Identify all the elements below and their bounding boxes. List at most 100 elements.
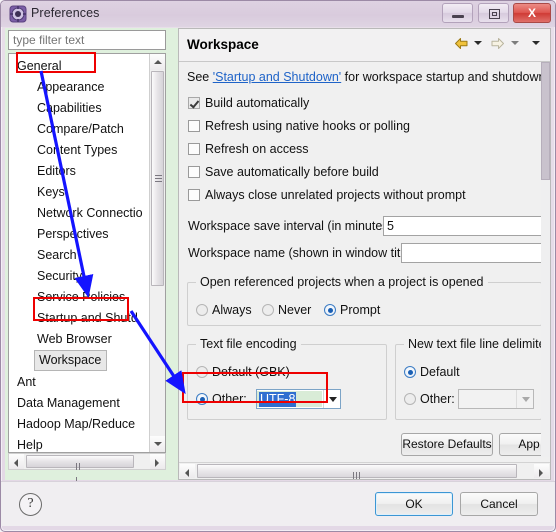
- sidebar: General Appearance Capabilities Compare/…: [5, 28, 173, 484]
- close-button[interactable]: X: [513, 3, 551, 23]
- radio-icon[interactable]: [196, 304, 208, 316]
- label-workspace-save-interval: Workspace save interval (in minutes):: [188, 219, 397, 233]
- radio-prompt[interactable]: Prompt: [324, 301, 380, 319]
- restore-defaults-button[interactable]: Restore Defaults: [401, 433, 493, 456]
- label-workspace-name: Workspace name (shown in window title):: [188, 246, 418, 260]
- window-controls: X: [441, 3, 551, 25]
- filter-input-wrapper[interactable]: [8, 30, 166, 50]
- scroll-left-arrow-icon[interactable]: [180, 464, 195, 478]
- page-vertical-scrollbar[interactable]: [541, 62, 550, 457]
- tree-item-perspectives[interactable]: Perspectives: [9, 224, 109, 245]
- tree-item-security[interactable]: Security: [9, 266, 82, 287]
- tree-item-help[interactable]: Help: [9, 435, 43, 452]
- radio-label: Always: [212, 303, 252, 317]
- annotation-box-encoding-other: [182, 372, 328, 403]
- checkbox-label: Refresh using native hooks or polling: [205, 119, 410, 133]
- group-title: Text file encoding: [196, 337, 301, 351]
- help-button[interactable]: ?: [19, 493, 42, 516]
- workspace-save-interval-input[interactable]: 5: [383, 216, 550, 236]
- view-menu-icon[interactable]: [532, 41, 540, 46]
- tree-item-workspace[interactable]: Workspace: [34, 350, 108, 371]
- tree-item-content-types[interactable]: Content Types: [9, 140, 117, 161]
- checkbox-build-automatically[interactable]: Build automatically: [188, 94, 309, 112]
- title-bar[interactable]: Preferences X: [1, 1, 555, 27]
- tree-item-appearance[interactable]: Appearance: [9, 77, 104, 98]
- tree-scroll-thumb[interactable]: [151, 71, 164, 286]
- radio-label: Default: [420, 365, 460, 379]
- workspace-name-input[interactable]: [401, 243, 550, 263]
- radio-delimiter-default[interactable]: Default: [404, 363, 460, 381]
- dialog-footer: ? OK Cancel: [1, 481, 555, 526]
- chevron-down-icon[interactable]: [516, 390, 533, 408]
- forward-history-chevron-down-icon[interactable]: [510, 41, 519, 46]
- preferences-icon: [9, 5, 27, 23]
- radio-icon[interactable]: [404, 393, 416, 405]
- dialog-content: General Appearance Capabilities Compare/…: [5, 28, 551, 484]
- forward-arrow-icon[interactable]: [490, 37, 505, 50]
- radio-never[interactable]: Never: [262, 301, 311, 319]
- radio-icon[interactable]: [404, 366, 416, 378]
- tree-hscroll-thumb[interactable]: [26, 455, 134, 484]
- cancel-button[interactable]: Cancel: [460, 492, 538, 516]
- back-history-chevron-down-icon[interactable]: [473, 41, 482, 46]
- maximize-button[interactable]: [477, 3, 509, 23]
- page-vscroll-thumb[interactable]: [541, 62, 550, 180]
- tree-item-search[interactable]: Search: [9, 245, 77, 266]
- page-horizontal-scrollbar[interactable]: [179, 462, 550, 479]
- checkbox-icon[interactable]: [188, 189, 200, 201]
- group-title: Open referenced projects when a project …: [196, 275, 488, 289]
- scroll-right-arrow-icon[interactable]: [150, 454, 165, 469]
- group-title: New text file line delimiter: [404, 337, 550, 351]
- radio-delimiter-other[interactable]: Other:: [404, 390, 455, 408]
- page-hscroll-thumb[interactable]: [197, 464, 517, 479]
- checkbox-refresh-native-hooks[interactable]: Refresh using native hooks or polling: [188, 117, 410, 135]
- ok-button[interactable]: OK: [375, 492, 453, 516]
- tree-item-keys[interactable]: Keys: [9, 182, 65, 203]
- checkbox-label: Build automatically: [205, 96, 310, 110]
- tree-item-compare-patch[interactable]: Compare/Patch: [9, 119, 124, 140]
- checkbox-refresh-on-access[interactable]: Refresh on access: [188, 140, 309, 158]
- tree-item-data-management[interactable]: Data Management: [9, 393, 120, 414]
- filter-input[interactable]: [9, 31, 165, 49]
- page-title: Workspace: [187, 37, 259, 52]
- scroll-right-arrow-icon[interactable]: [534, 464, 549, 478]
- checkbox-save-before-build[interactable]: Save automatically before build: [188, 163, 379, 181]
- scroll-up-arrow-icon[interactable]: [150, 54, 165, 70]
- radio-label: Other:: [420, 392, 455, 406]
- radio-icon[interactable]: [262, 304, 274, 316]
- scroll-left-arrow-icon[interactable]: [9, 454, 24, 469]
- checkbox-icon[interactable]: [188, 120, 200, 132]
- tree-item-ant[interactable]: Ant: [9, 372, 36, 393]
- delimiter-combo-value: [461, 392, 463, 407]
- checkbox-icon[interactable]: [188, 97, 200, 109]
- group-open-referenced-projects: Open referenced projects when a project …: [187, 275, 542, 326]
- scroll-grip-icon: [353, 468, 362, 479]
- tree-items: General Appearance Capabilities Compare/…: [9, 54, 149, 452]
- radio-always[interactable]: Always: [196, 301, 252, 319]
- page-nav-buttons: [453, 36, 544, 50]
- delimiter-combo[interactable]: [458, 389, 534, 409]
- tree-vertical-scrollbar[interactable]: [149, 54, 165, 452]
- tree-item-editors[interactable]: Editors: [9, 161, 76, 182]
- radio-icon[interactable]: [324, 304, 336, 316]
- tree-item-hadoop-mapreduce[interactable]: Hadoop Map/Reduce: [9, 414, 135, 435]
- annotation-box-workspace: [33, 297, 129, 321]
- tree-item-capabilities[interactable]: Capabilities: [9, 98, 102, 119]
- scroll-down-arrow-icon[interactable]: [150, 436, 165, 452]
- radio-label: Prompt: [340, 303, 381, 317]
- tree-item-network-connections[interactable]: Network Connectio: [9, 203, 143, 224]
- page-description: See 'Startup and Shutdown' for workspace…: [187, 70, 550, 84]
- window-title: Preferences: [31, 6, 100, 20]
- checkbox-icon[interactable]: [188, 166, 200, 178]
- preference-tree[interactable]: General Appearance Capabilities Compare/…: [8, 53, 166, 453]
- scroll-grip-icon: [76, 459, 84, 484]
- startup-shutdown-link[interactable]: 'Startup and Shutdown': [213, 70, 341, 84]
- tree-item-web-browser[interactable]: Web Browser: [9, 329, 112, 350]
- checkbox-close-unrelated-projects[interactable]: Always close unrelated projects without …: [188, 186, 466, 204]
- back-arrow-icon[interactable]: [454, 37, 469, 50]
- minimize-button[interactable]: [442, 3, 474, 23]
- close-icon: X: [527, 6, 536, 20]
- tree-horizontal-scrollbar[interactable]: [8, 453, 166, 484]
- checkbox-label: Always close unrelated projects without …: [205, 188, 466, 202]
- checkbox-icon[interactable]: [188, 143, 200, 155]
